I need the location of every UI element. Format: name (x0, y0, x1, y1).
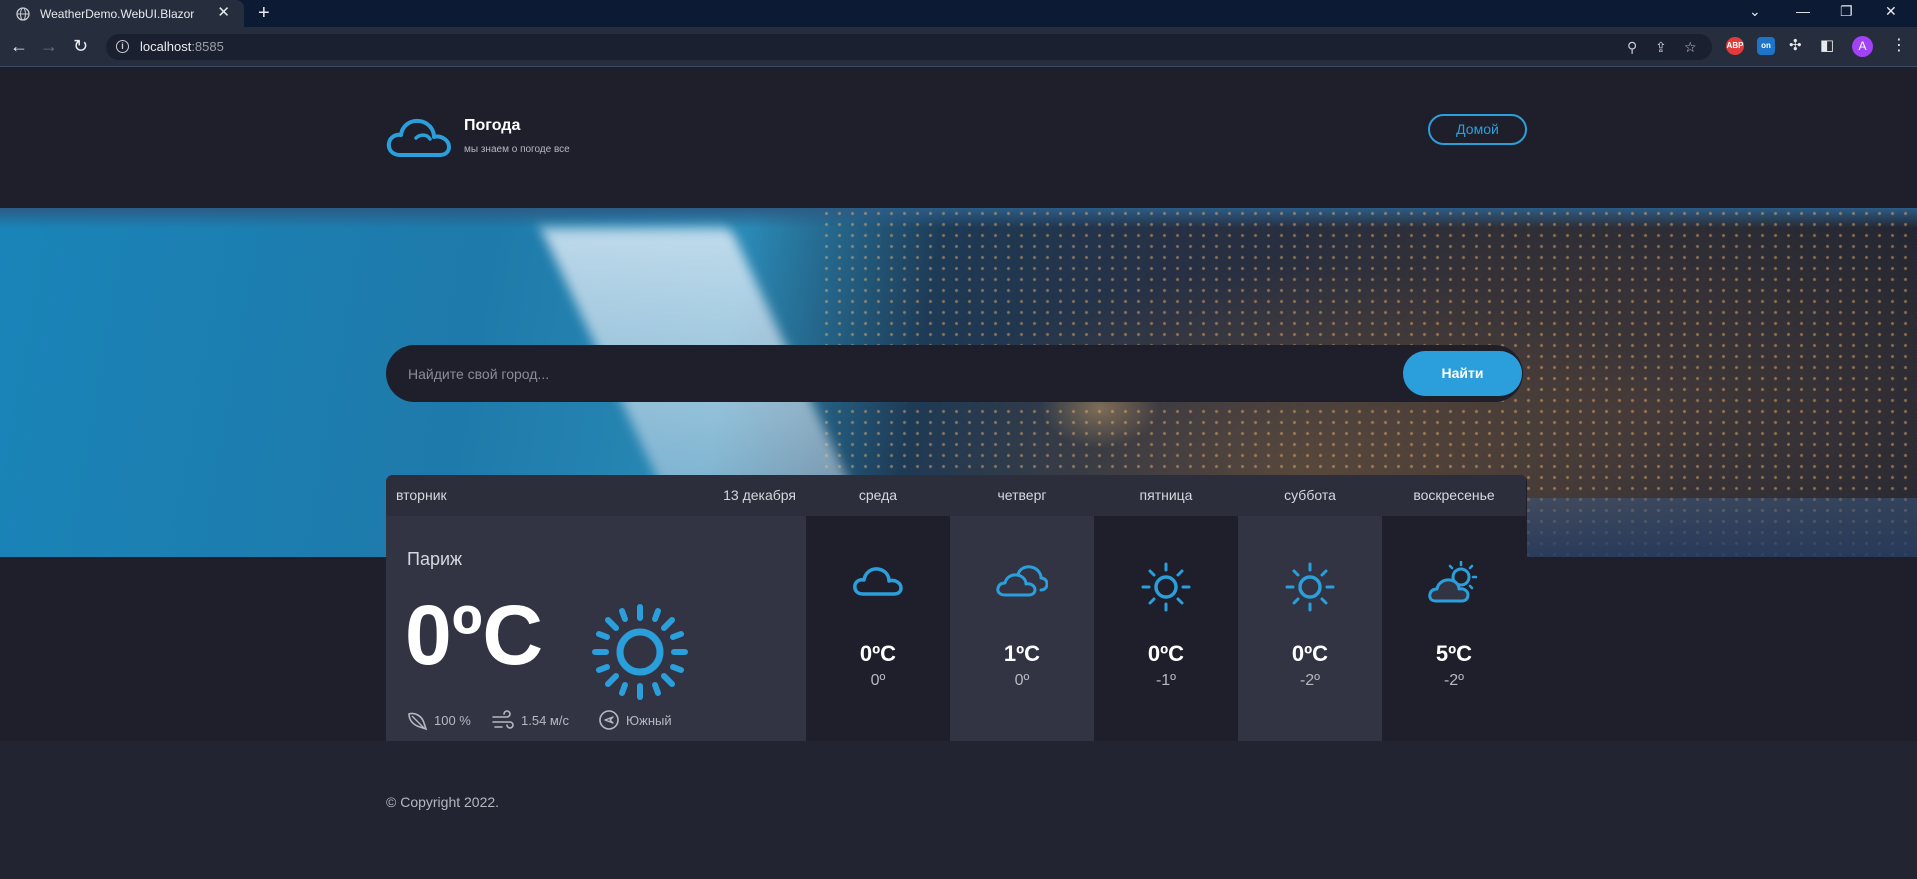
today-header: вторник 13 декабря (386, 475, 806, 516)
forecast-temp: 5ºC (1435, 641, 1473, 666)
browser-menu-icon[interactable]: ⋮ (1891, 37, 1907, 55)
city-search-input[interactable] (408, 345, 1408, 402)
wind-direction-stat: Южный (598, 709, 672, 731)
forecast-day: среда 0ºC 0º (806, 475, 950, 760)
sun-icon (592, 604, 688, 700)
location-icon[interactable]: ⚲ (1627, 39, 1637, 56)
minimize-icon[interactable]: — (1796, 3, 1810, 19)
site-header: Погода мы знаем о погоде все Домой (0, 68, 1917, 208)
extensions-puzzle-icon[interactable]: ✣ (1789, 37, 1802, 55)
forecast-day: воскресенье 5ºC -2º (1382, 475, 1527, 760)
tab-search-icon[interactable]: ⌄ (1749, 3, 1761, 20)
clouds-icon (996, 565, 1048, 597)
forecast-temp-min: 0º (1014, 672, 1030, 689)
forecast-temp: 0ºC (1291, 641, 1329, 666)
site-footer: © Copyright 2022. (0, 741, 1917, 879)
window-close-icon[interactable]: ✕ (1885, 3, 1897, 20)
humidity-stat: 100 % (406, 709, 471, 731)
forecast-weekday: воскресенье (1382, 475, 1526, 516)
side-panel-icon[interactable]: ◧ (1820, 37, 1834, 55)
share-icon[interactable]: ⇪ (1655, 39, 1667, 56)
profile-avatar[interactable]: A (1852, 36, 1873, 57)
city-name: Париж (407, 549, 463, 569)
browser-tab-strip: WeatherDemo.WebUI.Blazor ✕ + ⌄ — ❐ ✕ (0, 0, 1917, 27)
reload-icon[interactable]: ↻ (73, 37, 88, 55)
city-search-bar (386, 345, 1523, 402)
forecast-temp-min: 0º (870, 672, 886, 689)
wind-speed-value: 1.54 м/с (521, 712, 569, 728)
browser-tab[interactable]: WeatherDemo.WebUI.Blazor ✕ (0, 0, 244, 27)
wind-speed-stat: 1.54 м/с (491, 709, 569, 731)
copyright-text: © Copyright 2022. (386, 794, 500, 810)
close-tab-icon[interactable]: ✕ (217, 5, 230, 20)
forecast-temp-min: -1º (1155, 672, 1177, 689)
url-host: localhost (140, 39, 192, 54)
site-info-icon[interactable]: i (116, 40, 129, 53)
wind-direction-value: Южный (626, 712, 672, 728)
forecast-day: суббота 0ºC -2º (1238, 475, 1382, 760)
restore-icon[interactable]: ❐ (1840, 3, 1853, 20)
cloud-logo-icon[interactable] (386, 118, 452, 158)
forecast-temp-min: -2º (1299, 672, 1321, 689)
today-panel: вторник 13 декабря Париж 0ºC 100 % 1.54 … (386, 475, 806, 760)
humidity-value: 100 % (434, 712, 471, 728)
logo-title: Погода (464, 117, 521, 134)
new-tab-icon[interactable]: + (258, 2, 270, 24)
humidity-icon (408, 712, 428, 731)
url-port: :8585 (191, 39, 224, 54)
current-temperature: 0ºC (405, 588, 544, 682)
forecast-temp: 1ºC (1003, 641, 1041, 666)
forecast-weekday: четверг (950, 475, 1094, 516)
wind-icon (492, 710, 514, 729)
forecast-day: четверг 1ºC 0º (950, 475, 1094, 760)
today-weekday: вторник (396, 487, 447, 503)
url-text: localhost:8585 (140, 39, 224, 54)
forecast-weekday: суббота (1238, 475, 1382, 516)
compass-icon (599, 710, 619, 730)
forecast-temp: 0ºC (1147, 641, 1185, 666)
sun-icon (1285, 562, 1335, 612)
forecast-weekday: пятница (1094, 475, 1238, 516)
forecast-temp: 0ºC (859, 641, 897, 666)
globe-icon (16, 6, 30, 21)
on-extension-icon[interactable]: on (1757, 37, 1775, 55)
bookmark-star-icon[interactable]: ☆ (1684, 39, 1697, 56)
sun-icon (1141, 562, 1191, 612)
partly-cloudy-icon (1428, 561, 1478, 603)
back-icon[interactable]: ← (10, 37, 28, 55)
search-button[interactable]: Найти (1403, 351, 1522, 396)
tab-title: WeatherDemo.WebUI.Blazor (40, 6, 195, 21)
forward-icon[interactable]: → (40, 37, 58, 55)
forecast-temp-min: -2º (1443, 672, 1465, 689)
weather-page: Погода мы знаем о погоде все Домой Найти… (0, 68, 1917, 879)
forecast-weekday: среда (806, 475, 950, 516)
forecast-day: пятница 0ºC -1º (1094, 475, 1238, 760)
forecast-card: вторник 13 декабря Париж 0ºC 100 % 1.54 … (386, 475, 1527, 760)
logo-subtitle: мы знаем о погоде все (464, 144, 570, 155)
address-bar[interactable]: i localhost:8585 ⚲ ⇪ ☆ (106, 34, 1712, 60)
cloud-icon (853, 567, 903, 596)
today-date: 13 декабря (723, 487, 796, 503)
adblock-extension-icon[interactable]: ABP (1726, 37, 1744, 55)
home-button[interactable]: Домой (1428, 114, 1527, 145)
browser-toolbar: ← → ↻ i localhost:8585 ⚲ ⇪ ☆ ABP on ✣ ◧ … (0, 27, 1917, 67)
